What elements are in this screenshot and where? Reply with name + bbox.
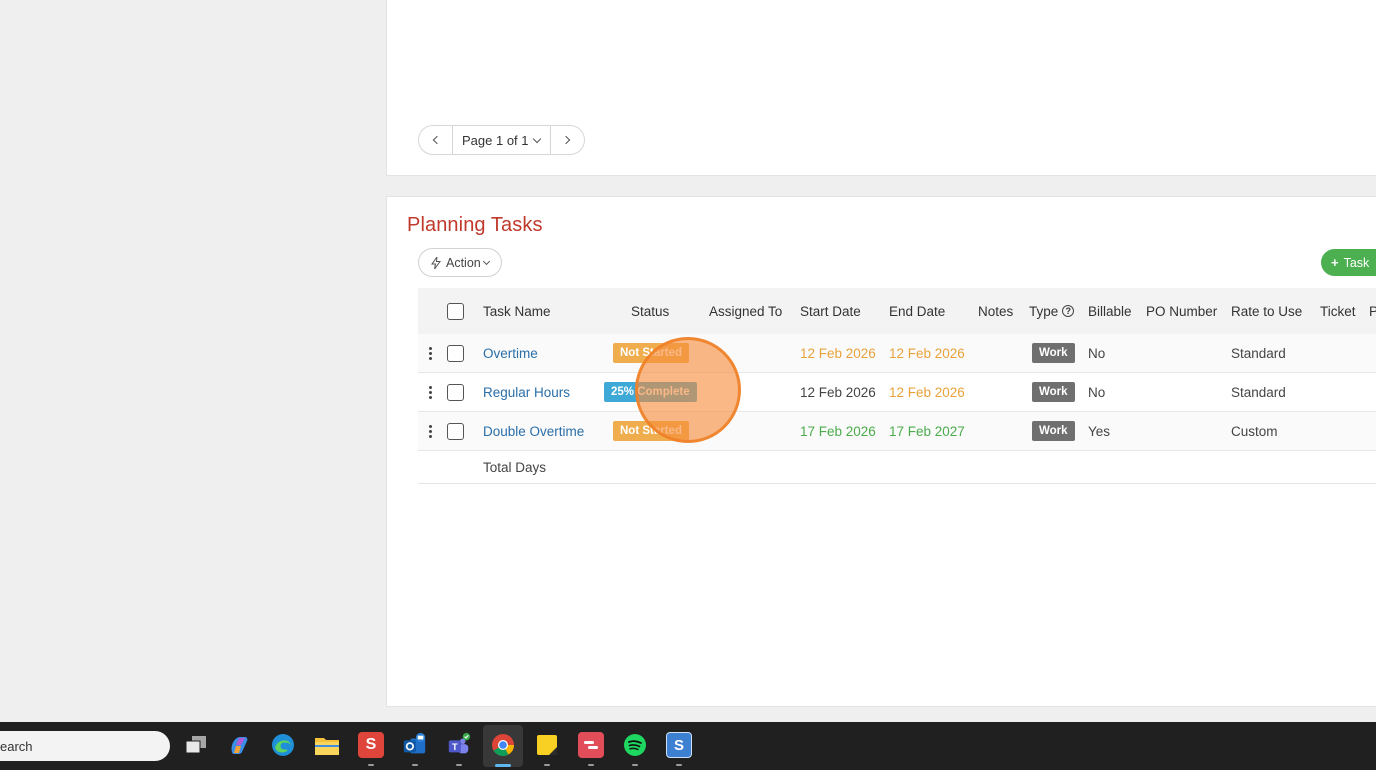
svg-text:T: T: [452, 742, 458, 752]
search-placeholder: earch: [0, 738, 33, 754]
col-notes[interactable]: Notes: [978, 288, 1013, 334]
file-explorer-icon[interactable]: [314, 732, 340, 758]
table-header: Task Name Status Assigned To Start Date …: [418, 288, 1376, 334]
row-checkbox[interactable]: [447, 422, 464, 440]
running-indicator: [676, 764, 682, 766]
col-billable[interactable]: Billable: [1088, 288, 1132, 334]
table-row[interactable]: Regular Hours 25% Complete 12 Feb 2026 1…: [418, 373, 1376, 412]
next-page-button[interactable]: [551, 126, 584, 154]
row-checkbox[interactable]: [447, 383, 464, 401]
billable-value: Yes: [1088, 423, 1111, 439]
type-badge: Work: [1032, 421, 1075, 441]
app-s-letter: S: [673, 736, 684, 754]
col-assigned-to[interactable]: Assigned To: [709, 288, 782, 334]
end-date: 12 Feb 2026: [889, 384, 965, 400]
outlook-icon[interactable]: [402, 732, 428, 758]
teams-icon[interactable]: T: [446, 732, 472, 758]
wps-letter: S: [365, 736, 377, 753]
app-red-icon[interactable]: [578, 732, 604, 758]
active-indicator: [495, 764, 511, 767]
chevron-down-icon: [532, 134, 541, 143]
total-row: Total Days: [418, 451, 1376, 484]
row-checkbox[interactable]: [447, 344, 464, 362]
app-s-icon[interactable]: S: [666, 732, 692, 758]
page-select[interactable]: Page 1 of 1: [452, 126, 551, 154]
task-name-link[interactable]: Double Overtime: [483, 412, 584, 450]
edge-icon[interactable]: [270, 732, 296, 758]
top-card: Page 1 of 1: [386, 0, 1376, 176]
copilot-icon[interactable]: [226, 732, 252, 758]
plus-icon: +: [1331, 255, 1339, 270]
start-date: 12 Feb 2026: [800, 345, 876, 361]
col-start-date[interactable]: Start Date: [800, 288, 861, 334]
end-date: 12 Feb 2026: [889, 345, 965, 361]
left-empty-pane: [0, 0, 386, 722]
table-row[interactable]: Double Overtime Not Started 17 Feb 2026 …: [418, 412, 1376, 451]
col-po-number[interactable]: PO Number: [1146, 288, 1217, 334]
planning-tasks-card: Planning Tasks Action + Task Task Name S…: [386, 196, 1376, 707]
col-type[interactable]: Type?: [1029, 288, 1075, 334]
help-icon[interactable]: ?: [1062, 305, 1075, 317]
row-menu-icon[interactable]: [429, 424, 432, 438]
row-menu-icon[interactable]: [429, 385, 432, 399]
start-date: 12 Feb 2026: [800, 384, 876, 400]
type-badge: Work: [1032, 382, 1075, 402]
action-dropdown-button[interactable]: Action: [418, 248, 502, 277]
billable-value: No: [1088, 384, 1106, 400]
bolt-icon: [431, 256, 441, 269]
col-rate-to-use[interactable]: Rate to Use: [1231, 288, 1302, 334]
table-row[interactable]: Overtime Not Started 12 Feb 2026 12 Feb …: [418, 334, 1376, 373]
prev-page-button[interactable]: [419, 126, 452, 154]
task-name-link[interactable]: Regular Hours: [483, 373, 570, 411]
rate-value: Standard: [1231, 345, 1286, 361]
chrome-icon[interactable]: [490, 732, 516, 758]
total-days-label: Total Days: [483, 459, 547, 475]
taskbar-search[interactable]: earch: [0, 731, 170, 761]
running-indicator: [632, 764, 638, 766]
rate-value: Custom: [1231, 423, 1278, 439]
billable-value: No: [1088, 345, 1106, 361]
col-type-label: Type: [1029, 303, 1059, 319]
chevron-right-icon: [561, 135, 570, 145]
task-view-icon[interactable]: [183, 732, 209, 758]
status-badge: Not Started: [613, 343, 689, 363]
add-task-button[interactable]: + Task: [1321, 249, 1376, 276]
select-all-checkbox[interactable]: [447, 302, 464, 320]
spotify-icon[interactable]: [622, 732, 648, 758]
chevron-down-icon: [482, 257, 490, 265]
row-menu-icon[interactable]: [429, 346, 432, 360]
chevron-left-icon: [432, 135, 442, 145]
action-label: Action: [446, 255, 481, 270]
running-indicator: [456, 764, 462, 766]
col-ticket[interactable]: Ticket: [1320, 288, 1356, 334]
col-task-name[interactable]: Task Name: [483, 288, 551, 334]
end-date: 17 Feb 2027: [889, 423, 965, 439]
add-task-label: Task: [1343, 255, 1370, 270]
running-indicator: [368, 764, 374, 766]
sticky-notes-icon[interactable]: [534, 732, 560, 758]
wps-office-icon[interactable]: S: [358, 732, 384, 758]
col-status[interactable]: Status: [631, 288, 669, 334]
pagination: Page 1 of 1: [418, 125, 585, 155]
page-label: Page 1 of 1: [462, 132, 529, 148]
running-indicator: [412, 764, 418, 766]
task-name-link[interactable]: Overtime: [483, 334, 538, 372]
start-date: 17 Feb 2026: [800, 423, 876, 439]
status-badge: Not Started: [613, 421, 689, 441]
running-indicator: [544, 764, 550, 766]
section-title: Planning Tasks: [407, 214, 543, 236]
running-indicator: [588, 764, 594, 766]
tasks-table: Task Name Status Assigned To Start Date …: [418, 288, 1376, 484]
col-end-date[interactable]: End Date: [889, 288, 945, 334]
type-badge: Work: [1032, 343, 1075, 363]
status-badge: 25% Complete: [604, 382, 697, 402]
rate-value: Standard: [1231, 384, 1286, 400]
col-extra[interactable]: P: [1369, 288, 1376, 334]
taskbar: earch S T S: [0, 722, 1376, 770]
